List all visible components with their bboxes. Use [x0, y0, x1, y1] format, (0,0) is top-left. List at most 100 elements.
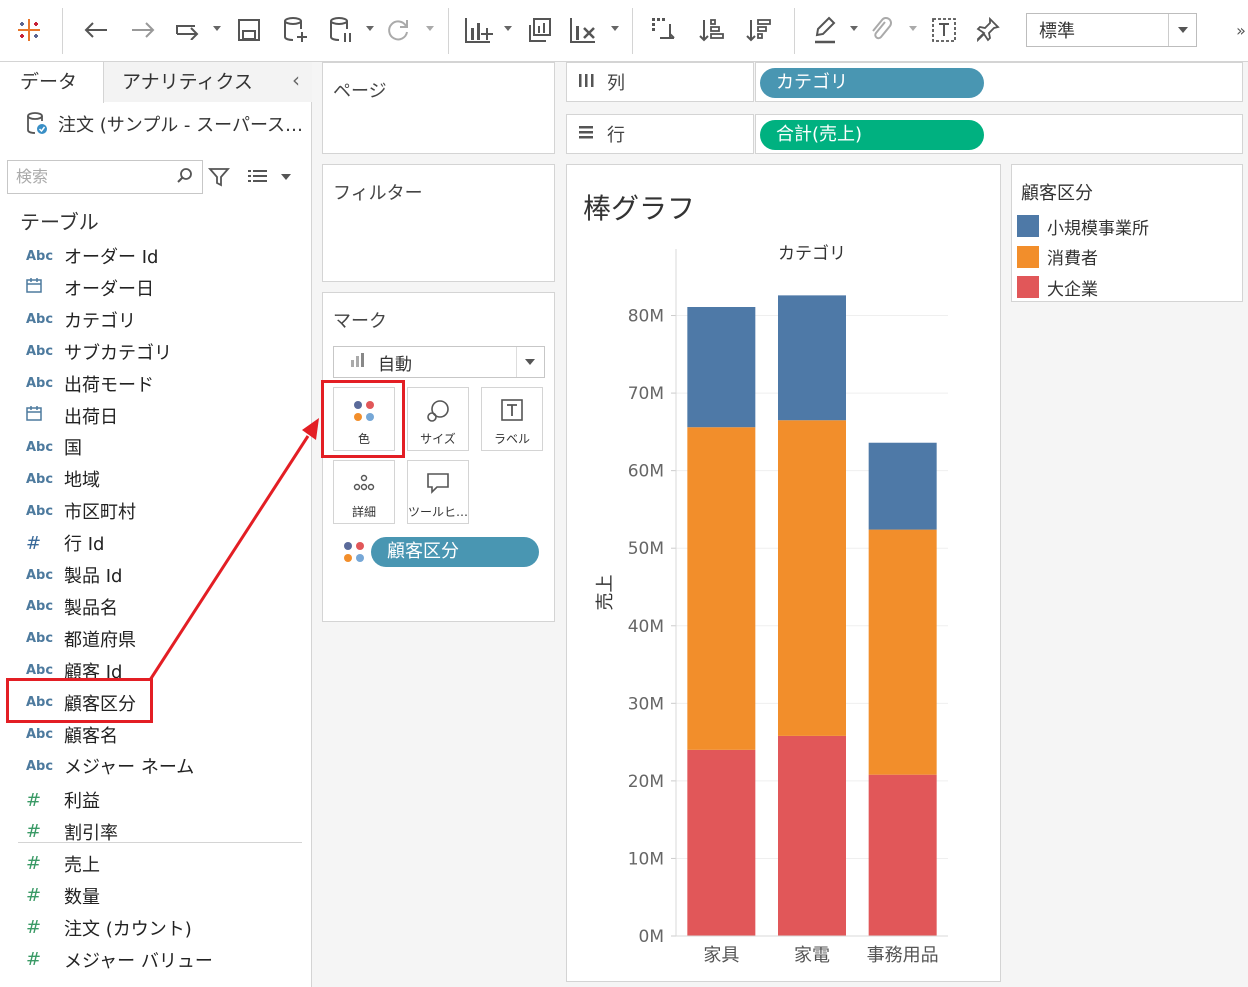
field-item[interactable]: # 利益: [0, 784, 306, 816]
field-item[interactable]: # 割引率: [0, 816, 306, 848]
save-icon[interactable]: [234, 14, 264, 46]
collapse-pane-icon[interactable]: ‹: [292, 68, 300, 92]
tab-data[interactable]: データ: [0, 62, 104, 103]
tab-analytics[interactable]: アナリティクス: [104, 62, 312, 102]
undo-icon[interactable]: [80, 14, 112, 46]
tableau-logo-icon[interactable]: [12, 14, 46, 46]
y-tick-label: 10M: [628, 849, 664, 869]
toolbar-divider: [62, 8, 63, 54]
field-item[interactable]: Abc 都道府県: [0, 623, 306, 655]
new-worksheet-dropdown-arrow[interactable]: [504, 26, 512, 31]
fit-dropdown[interactable]: 標準: [1026, 13, 1197, 47]
clear-sheet-dropdown-arrow[interactable]: [611, 26, 619, 31]
view-list-icon[interactable]: [247, 168, 269, 190]
field-name: 地域: [64, 470, 100, 492]
field-item[interactable]: Abc 顧客名: [0, 719, 306, 751]
field-name: 製品 Id: [64, 566, 123, 587]
field-item[interactable]: # 数量: [0, 880, 306, 912]
field-item[interactable]: Abc 国: [0, 431, 306, 463]
y-tick-label: 0M: [639, 927, 664, 947]
field-item[interactable]: Abc サブカテゴリ: [0, 336, 306, 368]
rows-shelf[interactable]: 合計(売上): [755, 114, 1243, 154]
x-tick-label: 家電: [794, 945, 830, 966]
bar-segment: [868, 442, 937, 530]
clear-sheet-icon[interactable]: [568, 14, 600, 46]
chevron-down-icon[interactable]: [1168, 14, 1196, 46]
sort-descending-icon[interactable]: [743, 14, 775, 46]
new-datasource-icon[interactable]: [280, 14, 310, 46]
string-type-icon: Abc: [26, 376, 54, 392]
highlight-dropdown-arrow[interactable]: [850, 26, 858, 31]
y-tick-label: 20M: [628, 772, 664, 792]
rows-pill[interactable]: 合計(売上): [760, 120, 984, 150]
swap-rows-columns-icon[interactable]: [648, 14, 680, 46]
pause-datasource-icon[interactable]: [326, 14, 356, 46]
field-item[interactable]: Abc オーダー Id: [0, 240, 306, 272]
highlight-pen-icon[interactable]: [810, 14, 842, 46]
field-name: 利益: [64, 791, 100, 812]
toolbar-divider: [794, 8, 795, 54]
bar-segment: [868, 529, 937, 775]
field-item[interactable]: Abc 市区町村: [0, 495, 306, 527]
filters-card[interactable]: フィルター: [322, 164, 555, 282]
legend-item[interactable]: 消費者: [1017, 243, 1098, 271]
datasource-dropdown-arrow[interactable]: [366, 26, 374, 31]
view-options-chevron-icon[interactable]: [281, 174, 291, 180]
redo-alt-icon[interactable]: [171, 14, 205, 46]
field-item[interactable]: # メジャー バリュー: [0, 944, 306, 976]
field-item[interactable]: # 売上: [0, 848, 306, 880]
field-search-box[interactable]: [7, 160, 203, 194]
data-pane: データ アナリティクス ‹ 注文 (サンプル - スーパース… テーブル Abc…: [0, 62, 312, 987]
refresh-dropdown-arrow[interactable]: [426, 26, 434, 31]
toolbar: 標準 »: [0, 0, 1248, 62]
size-icon: [408, 398, 468, 424]
toolbar-overflow-icon[interactable]: »: [1234, 14, 1248, 46]
datasource-item[interactable]: 注文 (サンプル - スーパース…: [26, 110, 303, 138]
bar-segment: [687, 307, 756, 428]
bar-segment: [687, 427, 756, 750]
rows-shelf-label: 行: [566, 114, 754, 154]
fit-value: 標準: [1039, 21, 1075, 42]
field-item[interactable]: Abc 地域: [0, 463, 306, 495]
field-item[interactable]: # 行 Id: [0, 527, 306, 559]
tooltip-button[interactable]: ツールヒ…: [407, 460, 469, 524]
pin-icon[interactable]: [972, 14, 1004, 46]
number-type-icon: #: [26, 532, 42, 554]
field-item[interactable]: Abc 製品名: [0, 591, 306, 623]
pages-card[interactable]: ページ: [322, 62, 555, 154]
columns-pill[interactable]: カテゴリ: [760, 68, 984, 98]
field-item[interactable]: 出荷日: [0, 400, 306, 432]
group-dropdown-arrow[interactable]: [909, 26, 917, 31]
field-item[interactable]: Abc 製品 Id: [0, 559, 306, 591]
detail-button[interactable]: 詳細: [333, 460, 395, 524]
mark-type-dropdown[interactable]: 自動: [333, 346, 545, 378]
redo-icon[interactable]: [127, 14, 159, 46]
color-field-pill[interactable]: 顧客区分: [371, 537, 539, 567]
new-worksheet-icon[interactable]: [462, 14, 496, 46]
bar-segment: [868, 774, 937, 936]
search-icon[interactable]: [176, 167, 194, 189]
show-labels-icon[interactable]: [928, 14, 960, 46]
redo-dropdown-arrow[interactable]: [213, 26, 221, 31]
field-item[interactable]: オーダー日: [0, 272, 306, 304]
filter-icon[interactable]: [208, 166, 230, 192]
chevron-down-icon[interactable]: [516, 347, 544, 377]
field-item[interactable]: Abc 出荷モード: [0, 368, 306, 400]
bar-segment: [687, 749, 756, 936]
field-item[interactable]: Abc メジャー ネーム: [0, 750, 306, 782]
search-input[interactable]: [8, 161, 168, 191]
columns-shelf[interactable]: カテゴリ: [755, 62, 1243, 102]
duplicate-sheet-icon[interactable]: [524, 14, 554, 46]
string-type-icon: Abc: [26, 599, 54, 615]
size-button[interactable]: サイズ: [407, 387, 469, 451]
field-name: 国: [64, 438, 82, 460]
field-item[interactable]: Abc カテゴリ: [0, 304, 306, 336]
legend-item[interactable]: 大企業: [1017, 273, 1098, 301]
label-button[interactable]: ラベル: [481, 387, 543, 451]
field-item[interactable]: # 注文 (カウント): [0, 912, 306, 944]
y-tick-label: 80M: [628, 307, 664, 327]
legend-item[interactable]: 小規模事業所: [1017, 212, 1149, 240]
sort-ascending-icon[interactable]: [696, 14, 728, 46]
refresh-icon[interactable]: [382, 14, 414, 46]
group-paperclip-icon[interactable]: [866, 14, 896, 46]
